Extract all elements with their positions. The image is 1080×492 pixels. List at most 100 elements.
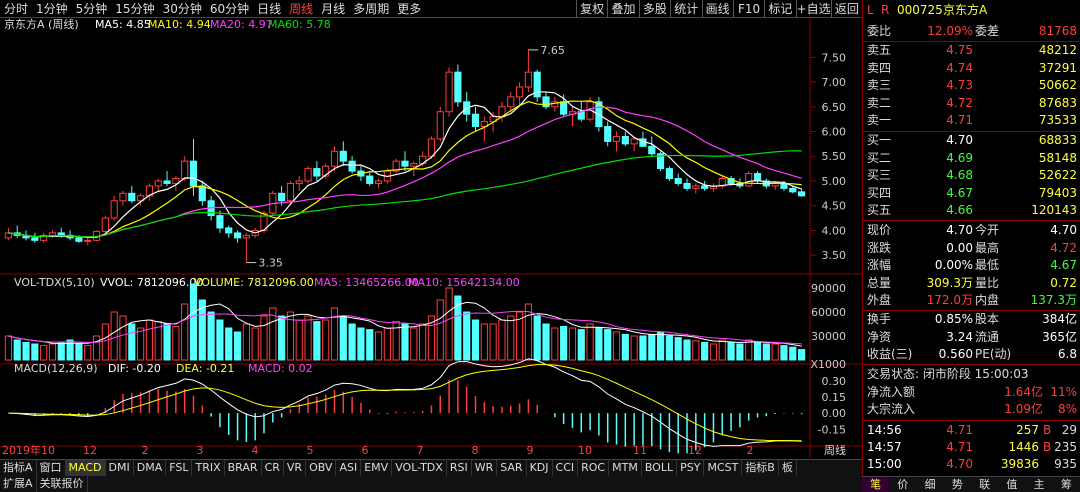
quote-tab-4[interactable]: 联 bbox=[971, 477, 998, 492]
candle bbox=[286, 182, 295, 202]
indicator-tab-12[interactable]: EMV bbox=[361, 460, 393, 476]
volume-bar bbox=[357, 327, 365, 361]
candle bbox=[436, 111, 444, 140]
indicator-tab-17[interactable]: KDJ bbox=[527, 460, 553, 476]
quote-tab-5[interactable]: 值 bbox=[998, 477, 1025, 492]
indicator-tab-8[interactable]: CR bbox=[262, 460, 284, 476]
volume-bar bbox=[48, 343, 57, 361]
indicator-tab-2[interactable]: MACD bbox=[65, 460, 106, 476]
quote-tab-1[interactable]: 价 bbox=[889, 477, 916, 492]
indicator-tab-24[interactable]: 指标B bbox=[742, 460, 779, 476]
period-tab-5[interactable]: 60分钟 bbox=[206, 0, 253, 18]
price-axis-label: 4.00 bbox=[822, 224, 847, 237]
volume-bar bbox=[709, 343, 718, 361]
quote2-label2: PE(动) bbox=[975, 347, 1012, 362]
volume-bar bbox=[745, 339, 753, 361]
tool-button-2[interactable]: 多股 bbox=[638, 0, 670, 18]
indicator-tab-16[interactable]: SAR bbox=[497, 460, 527, 476]
volume-bar bbox=[798, 349, 806, 361]
period-tab-7[interactable]: 周线 bbox=[285, 0, 317, 18]
period-tab-1[interactable]: 1分钟 bbox=[32, 0, 72, 18]
indicator-tab-13[interactable]: VOL-TDX bbox=[392, 460, 447, 476]
indicator-tab-22[interactable]: PSY bbox=[677, 460, 705, 476]
quote-label: 涨跌 bbox=[867, 240, 892, 255]
indicator-tab-5[interactable]: FSL bbox=[166, 460, 193, 476]
period-tab-10[interactable]: 更多 bbox=[393, 0, 425, 18]
period-tab-3[interactable]: 15分钟 bbox=[111, 0, 158, 18]
indicator-tab-15[interactable]: WR bbox=[472, 460, 498, 476]
quote2-row: 净资 3.24 流通 365亿 bbox=[863, 329, 1080, 346]
quote-tab-7[interactable]: 筹 bbox=[1053, 477, 1080, 492]
quote2-value: 0.560 bbox=[938, 347, 973, 362]
period-tab-2[interactable]: 5分钟 bbox=[72, 0, 112, 18]
quote-tab-0[interactable]: 笔 bbox=[862, 477, 890, 492]
indicator-tab-21[interactable]: BOLL bbox=[642, 460, 678, 476]
indicator-tab-23[interactable]: MCST bbox=[704, 460, 743, 476]
indicator-tab-4[interactable]: DMA bbox=[134, 460, 167, 476]
indicator-tab-10[interactable]: OBV bbox=[306, 460, 337, 476]
period-tab-0[interactable]: 分时 bbox=[0, 0, 32, 18]
volume-bar bbox=[419, 323, 427, 361]
volume-bar bbox=[137, 327, 145, 361]
volume-bar bbox=[295, 319, 303, 361]
tick-count: 29 bbox=[1061, 423, 1077, 437]
volume-bar bbox=[533, 315, 541, 361]
volume-bar bbox=[621, 333, 629, 361]
tool-button-7[interactable]: +自选 bbox=[795, 0, 831, 18]
period-tab-4[interactable]: 30分钟 bbox=[159, 0, 206, 18]
bid-label: 买二 bbox=[867, 150, 892, 165]
tool-button-6[interactable]: 标记 bbox=[764, 0, 795, 18]
quote-label: 外盘 bbox=[867, 293, 892, 308]
indicator-tab-19[interactable]: ROC bbox=[578, 460, 610, 476]
extension-tab-0[interactable]: 扩展A bbox=[0, 476, 37, 492]
volume-bar bbox=[13, 339, 21, 361]
candle bbox=[780, 182, 788, 189]
ma5-label: MA5: 4.85 bbox=[95, 18, 151, 31]
tool-button-8[interactable]: 返回 bbox=[830, 0, 862, 18]
quote-value: 0.00% bbox=[934, 258, 973, 273]
quote-row: 总量 309.3万 量比 0.72 bbox=[863, 275, 1080, 292]
indicator-tab-1[interactable]: 窗口 bbox=[37, 460, 66, 476]
candle bbox=[233, 232, 242, 239]
indicator-tab-3[interactable]: DMI bbox=[106, 460, 134, 476]
volume-bar bbox=[507, 315, 515, 361]
indicator-tab-0[interactable]: 指标A bbox=[0, 460, 37, 476]
indicator-tab-20[interactable]: MTM bbox=[609, 460, 642, 476]
tool-button-5[interactable]: F10 bbox=[732, 0, 764, 18]
volume-bar bbox=[31, 343, 39, 361]
indicator-tab-6[interactable]: TRIX bbox=[192, 460, 225, 476]
period-tab-6[interactable]: 日线 bbox=[253, 0, 285, 18]
tool-button-0[interactable]: 复权 bbox=[576, 0, 607, 18]
indicator-tab-11[interactable]: ASI bbox=[336, 460, 362, 476]
macd-axis-label: -0.15 bbox=[818, 423, 846, 436]
tool-button-4[interactable]: 画线 bbox=[701, 0, 733, 18]
bid-row: 买三 4.68 52622 bbox=[863, 167, 1080, 184]
tool-button-1[interactable]: 叠加 bbox=[607, 0, 638, 18]
volume-bar bbox=[278, 315, 286, 361]
tool-button-3[interactable]: 统计 bbox=[670, 0, 701, 18]
quote-tab-2[interactable]: 细 bbox=[917, 477, 944, 492]
quote-tab-6[interactable]: 主 bbox=[1026, 477, 1053, 492]
kline-chart[interactable]: 京东方A (周线) MA5: 4.85MA10: 4.94 MA20: 4.97MA… bbox=[0, 18, 862, 458]
bid-label: 买一 bbox=[867, 133, 892, 147]
period-tab-8[interactable]: 月线 bbox=[317, 0, 349, 18]
indicator-tab-14[interactable]: RSI bbox=[447, 460, 472, 476]
candle bbox=[692, 185, 700, 189]
candle bbox=[683, 182, 691, 189]
quote-value2: 0.72 bbox=[1050, 275, 1077, 290]
volume-bar bbox=[401, 323, 409, 361]
flow-pct: 11% bbox=[1050, 385, 1077, 399]
period-tab-9[interactable]: 多周期 bbox=[349, 0, 393, 18]
indicator-tab-25[interactable]: 板 bbox=[779, 460, 797, 476]
ask-price: 4.75 bbox=[946, 43, 973, 57]
indicator-tab-7[interactable]: BRAR bbox=[225, 460, 262, 476]
quote-label: 现价 bbox=[867, 223, 892, 237]
candle bbox=[348, 160, 356, 172]
quote-tab-3[interactable]: 势 bbox=[944, 477, 971, 492]
indicator-tab-9[interactable]: VR bbox=[284, 460, 307, 476]
candle bbox=[216, 215, 224, 229]
quote2-row: 换手 0.85% 股本 384亿 bbox=[863, 311, 1080, 328]
extension-tab-1[interactable]: 关联报价 bbox=[37, 476, 88, 492]
indicator-tab-18[interactable]: CCI bbox=[553, 460, 579, 476]
volume-bar bbox=[84, 345, 92, 361]
